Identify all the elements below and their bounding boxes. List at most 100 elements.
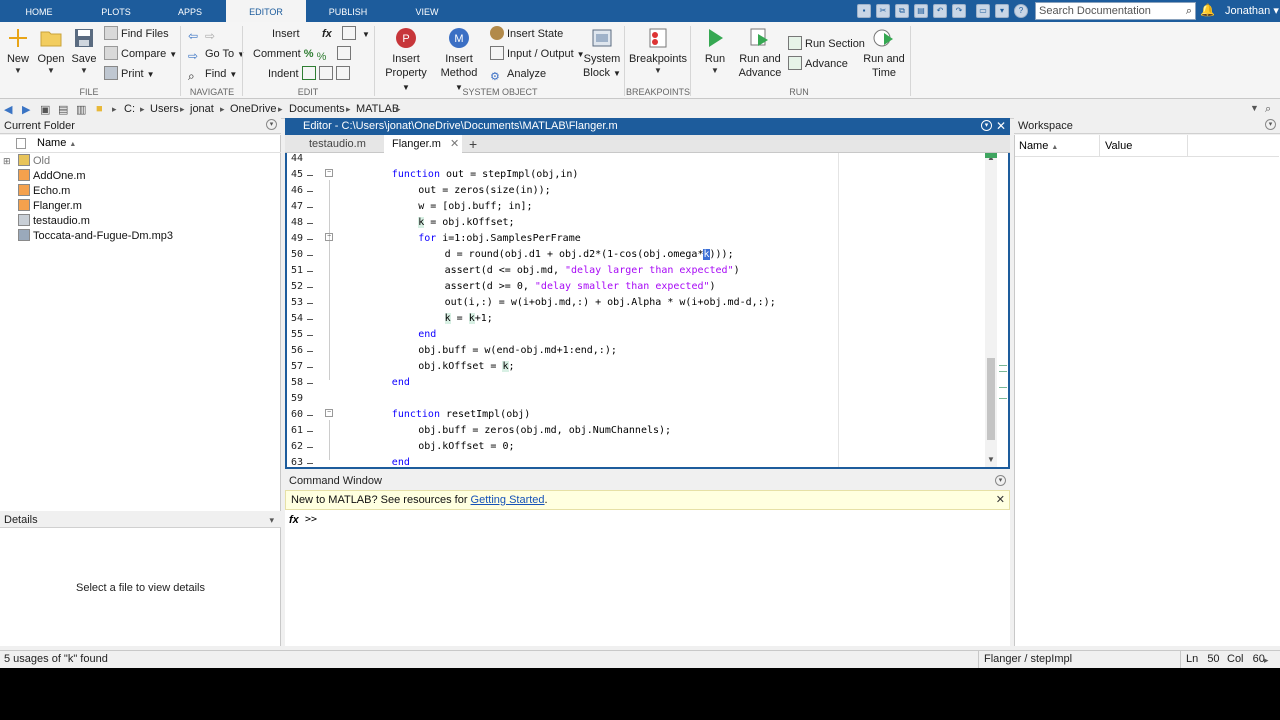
run-and-advance-button[interactable]: Run and Advance [738,26,782,80]
code-line[interactable]: obj.kOffset = 0; [418,439,514,455]
fold-toggle-icon[interactable]: − [325,233,333,241]
line-number[interactable]: 60 [287,407,303,423]
column-header-value[interactable]: Value [1105,140,1132,152]
code-line[interactable]: k = obj.kOffset; [418,215,515,231]
line-number[interactable]: 52 [287,279,303,295]
line-number[interactable]: 57 [287,359,303,375]
breakpoint-slot[interactable] [307,191,313,192]
fold-toggle-icon[interactable]: − [325,169,333,177]
breakpoint-slot[interactable] [307,255,313,256]
insert-property-button[interactable]: P Insert Property ▼ [380,26,432,95]
line-number[interactable]: 49 [287,231,303,247]
help-icon[interactable]: ? [1014,4,1028,18]
getting-started-link[interactable]: Getting Started [471,494,545,506]
line-number[interactable]: 54 [287,311,303,327]
code-line[interactable]: d = round(obj.d1 + obj.d2*(1-cos(obj.ome… [445,247,734,263]
insert-button[interactable]: Insert [272,26,300,42]
close-banner-icon[interactable]: ✕ [996,491,1005,509]
system-block-button[interactable]: System Block ▼ [582,26,622,81]
file-item[interactable]: ⊞ Old [3,154,50,169]
notification-bell-icon[interactable]: 🔔 [1200,3,1215,17]
back-nav-button[interactable]: ⇦ ⇨ [188,26,222,43]
column-header-name[interactable]: Name ▲ [37,137,76,149]
breakpoint-slot[interactable] [307,239,313,240]
search-folder-icon[interactable]: ⌕ [1265,103,1271,116]
usage-marker[interactable] [999,398,1007,399]
code-line[interactable]: obj.kOffset = k; [418,359,515,375]
usage-marker[interactable] [999,387,1007,388]
file-item[interactable]: Echo.m [18,184,70,199]
insert-menu-button[interactable]: ▼ [342,26,370,42]
editor-tab-flanger[interactable]: Flanger.m ✕ [384,135,462,153]
file-item[interactable]: testaudio.m [18,214,90,229]
column-header-name[interactable]: Name ▲ [1019,140,1058,152]
line-number[interactable]: 48 [287,215,303,231]
run-section-button[interactable]: Run Section [788,36,865,52]
breakpoint-slot[interactable] [307,175,313,176]
breakpoint-slot[interactable] [307,351,313,352]
editor-scrollbar[interactable]: ▲ ▼ [985,153,997,467]
paste-quick-icon[interactable]: ▤ [914,4,928,18]
file-item[interactable]: Toccata-and-Fugue-Dm.mp3 [18,229,173,244]
line-number[interactable]: 56 [287,343,303,359]
tab-plots[interactable]: PLOTS [78,0,154,22]
code-line[interactable]: w = [obj.buff; in]; [418,199,532,215]
analyze-button[interactable]: ⚙ Analyze [490,66,546,83]
switch-windows-icon[interactable]: ▭ [976,4,990,18]
redo-quick-icon[interactable]: ↷ [952,4,966,18]
code-line[interactable]: assert(d <= obj.md, "delay larger than e… [445,263,740,279]
save-quick-icon[interactable]: ▪ [857,4,871,18]
copy-quick-icon[interactable]: ⧉ [895,4,909,18]
code-line[interactable]: obj.buff = w(end-obj.md+1:end,:); [418,343,617,359]
advance-button[interactable]: Advance [788,56,848,72]
code-line[interactable]: end [392,455,410,467]
code-line[interactable]: function resetImpl(obj) [392,407,530,423]
line-number[interactable]: 50 [287,247,303,263]
line-number[interactable]: 51 [287,263,303,279]
select-all-icon[interactable] [16,138,26,149]
insert-state-button[interactable]: Insert State [490,26,563,42]
collapse-icon[interactable]: ▾ [269,512,274,528]
code-line[interactable]: out = zeros(size(in)); [418,183,550,199]
code-line[interactable]: assert(d >= 0, "delay smaller than expec… [445,279,716,295]
find-button[interactable]: ⌕ Find ▼ [188,66,237,83]
file-item[interactable]: Flanger.m [18,199,82,214]
indent-button[interactable]: Indent [268,66,353,82]
insert-function-button[interactable]: fx [322,26,332,42]
usage-marker[interactable] [999,371,1007,372]
find-files-button[interactable]: Find Files [104,26,169,42]
line-number[interactable]: 46 [287,183,303,199]
breadcrumb-users[interactable]: Users [150,100,179,119]
new-tab-button[interactable]: + [463,135,487,153]
fold-toggle-icon[interactable]: − [325,409,333,417]
breakpoint-slot[interactable] [307,447,313,448]
editor-tab-testaudio[interactable]: testaudio.m ✕ [301,135,383,168]
close-editor-icon[interactable]: ✕ [996,118,1006,135]
breakpoint-slot[interactable] [307,287,313,288]
fx-icon[interactable]: fx [289,514,299,526]
file-item[interactable]: AddOne.m [18,169,86,184]
run-button[interactable]: Run ▼ [698,26,732,76]
panel-menu-icon[interactable]: ▾ [266,119,277,130]
breadcrumb-onedrive[interactable]: OneDrive [230,100,276,119]
settings-quick-icon[interactable]: ▾ [995,4,1009,18]
code-line[interactable]: obj.buff = zeros(obj.md, obj.NumChannels… [418,423,671,439]
line-number[interactable]: 44 [287,153,303,167]
usage-marker[interactable] [999,365,1007,366]
search-icon[interactable]: ⌕ [1186,3,1192,19]
breakpoint-slot[interactable] [307,367,313,368]
back-icon[interactable]: ◀ [4,103,12,116]
print-button[interactable]: Print ▼ [104,66,155,82]
status-expand-icon[interactable]: ▸ [1264,652,1269,668]
line-number[interactable]: 47 [287,199,303,215]
tab-publish[interactable]: PUBLISH [306,0,390,22]
panel-menu-icon[interactable]: ▾ [995,475,1006,486]
tab-editor[interactable]: EDITOR [226,0,306,22]
code-line[interactable]: out(i,:) = w(i+obj.md,:) + obj.Alpha * w… [445,295,776,311]
forward-icon[interactable]: ▶ [22,103,30,116]
breadcrumb-matlab[interactable]: MATLAB [356,100,399,119]
save-button[interactable]: Save ▼ [70,26,98,76]
code-line[interactable]: end [418,327,436,343]
code-editor[interactable]: 44 45 46 47 48 49 50 51 52 53 54 55 56 57 58 59 60 61 62 63… [285,153,1010,469]
code-line[interactable]: function out = stepImpl(obj,in) [392,167,579,183]
